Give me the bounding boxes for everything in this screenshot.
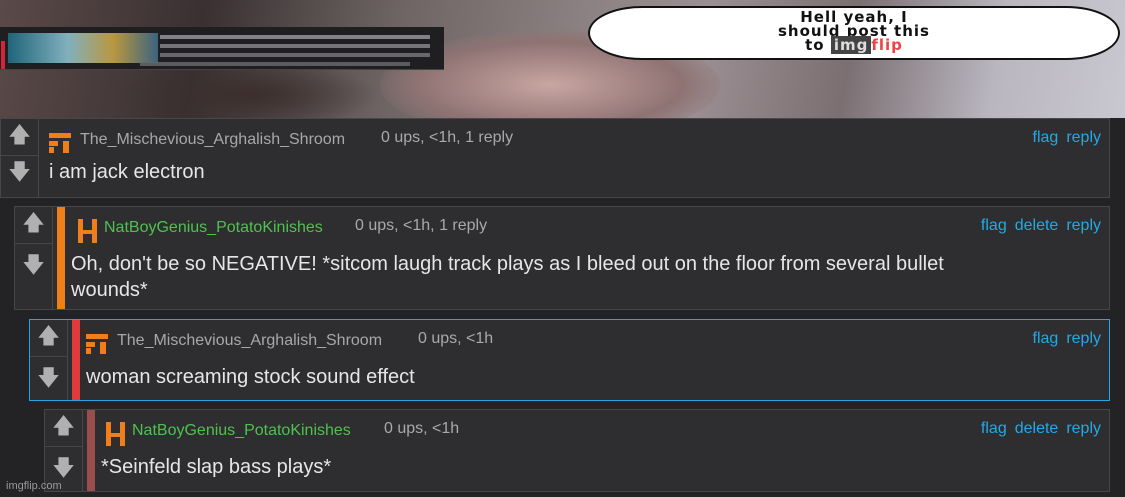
comment-username[interactable]: The_Mischevious_Arghalish_Shroom xyxy=(117,332,382,350)
delete-link[interactable]: delete xyxy=(1015,217,1059,234)
flag-link[interactable]: flag xyxy=(981,217,1007,234)
reply-link[interactable]: reply xyxy=(1066,217,1101,234)
comment-actions: flag delete reply xyxy=(973,217,1101,235)
upvote-button[interactable]: 🡅 xyxy=(30,320,67,357)
comment: 🡅 🡇 NatBoyGenius_PotatoKinishes 0 ups, <… xyxy=(14,206,1110,310)
comment-accent-bar xyxy=(72,320,80,400)
comment-actions: flag reply xyxy=(1025,330,1101,348)
vote-column: 🡅 🡇 xyxy=(30,320,68,400)
embedded-text-lines xyxy=(160,35,430,39)
imgflip-watermark: imgflip.com xyxy=(6,480,62,492)
upvote-button[interactable]: 🡅 xyxy=(1,119,38,156)
arrow-up-icon: 🡅 xyxy=(52,413,75,438)
speech-bubble-text: Hell yeah, I should post this to img flip xyxy=(590,10,1118,54)
comment-text: *Seinfeld slap bass plays* xyxy=(101,456,332,478)
embedded-picture xyxy=(8,33,158,63)
delete-link[interactable]: delete xyxy=(1015,420,1059,437)
downvote-button[interactable]: 🡇 xyxy=(1,156,38,192)
user-avatar-icon[interactable] xyxy=(103,420,129,446)
comment-text-continued: wounds* xyxy=(71,279,148,301)
arrow-up-icon: 🡅 xyxy=(22,210,45,235)
comment-accent-bar xyxy=(87,410,95,491)
comment-text: i am jack electron xyxy=(49,161,205,183)
speech-bubble: Hell yeah, I should post this to img flip xyxy=(588,6,1120,60)
comment-meta: 0 ups, <1h xyxy=(384,420,460,437)
embedded-screenshot xyxy=(0,27,444,70)
comment-meta: 0 ups, <1h, 1 reply xyxy=(355,217,488,234)
comment: 🡅 🡇 The_Mischevious_Arghalish_Shroom 0 u… xyxy=(0,118,1110,198)
arrow-down-icon: 🡇 xyxy=(22,252,45,277)
reply-link[interactable]: reply xyxy=(1066,330,1101,347)
arrow-down-icon: 🡇 xyxy=(8,159,31,184)
comment-actions: flag reply xyxy=(1025,129,1101,147)
vote-column: 🡅 🡇 xyxy=(1,119,39,197)
downvote-button[interactable]: 🡇 xyxy=(15,249,52,285)
user-avatar-icon[interactable] xyxy=(47,129,73,155)
arrow-up-icon: 🡅 xyxy=(8,122,31,147)
comment-username[interactable]: The_Mischevious_Arghalish_Shroom xyxy=(80,131,345,149)
bubble-flip-word: flip xyxy=(871,36,903,54)
downvote-button[interactable]: 🡇 xyxy=(30,362,67,398)
comment-meta: 0 ups, <1h, 1 reply xyxy=(381,129,514,146)
comment-actions: flag delete reply xyxy=(973,420,1101,438)
bubble-line-3: to img flip xyxy=(590,36,1118,54)
embedded-accent-bar xyxy=(1,41,5,69)
bubble-line-3-prefix: to xyxy=(805,36,825,54)
vote-column: 🡅 🡇 xyxy=(45,410,83,491)
user-avatar-icon[interactable] xyxy=(84,330,110,356)
upvote-button[interactable]: 🡅 xyxy=(15,207,52,244)
comment: 🡅 🡇 The_Mischevious_Arghalish_Shroom 0 u… xyxy=(29,319,1110,401)
user-avatar-icon[interactable] xyxy=(75,217,101,243)
comment-text: woman screaming stock sound effect xyxy=(86,366,415,388)
reply-link[interactable]: reply xyxy=(1066,129,1101,146)
comment: 🡅 🡇 NatBoyGenius_PotatoKinishes 0 ups, <… xyxy=(44,409,1110,492)
comment-username[interactable]: NatBoyGenius_PotatoKinishes xyxy=(104,219,323,237)
comment-accent-bar xyxy=(57,207,65,309)
arrow-down-icon: 🡇 xyxy=(37,365,60,390)
comment-meta: 0 ups, <1h xyxy=(418,330,494,347)
vote-column: 🡅 🡇 xyxy=(15,207,53,309)
bubble-img-word: img xyxy=(830,36,872,54)
flag-link[interactable]: flag xyxy=(1033,129,1059,146)
flag-link[interactable]: flag xyxy=(981,420,1007,437)
reply-link[interactable]: reply xyxy=(1066,420,1101,437)
comment-text: Oh, don't be so NEGATIVE! *sitcom laugh … xyxy=(71,253,944,275)
meme-image: Hell yeah, I should post this to img flip xyxy=(0,0,1125,118)
arrow-up-icon: 🡅 xyxy=(37,323,60,348)
flag-link[interactable]: flag xyxy=(1033,330,1059,347)
upvote-button[interactable]: 🡅 xyxy=(45,410,82,447)
comment-username[interactable]: NatBoyGenius_PotatoKinishes xyxy=(132,422,351,440)
